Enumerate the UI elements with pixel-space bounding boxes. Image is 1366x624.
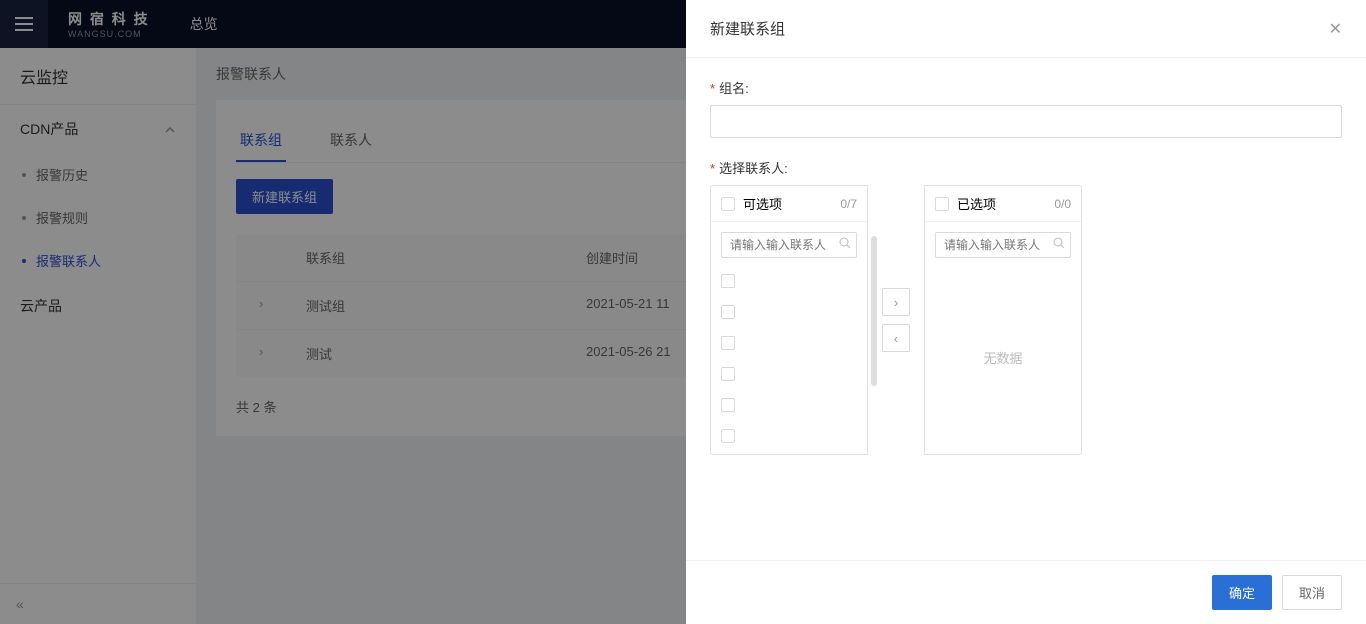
cancel-button[interactable]: 取消 — [1282, 575, 1342, 610]
drawer-header: 新建联系组 ✕ — [686, 0, 1366, 58]
move-right-button[interactable]: › — [882, 288, 910, 316]
transfer: 可选项 0/7 — [710, 185, 1342, 455]
selected-search-input[interactable] — [935, 232, 1071, 258]
move-left-button[interactable]: ‹ — [882, 324, 910, 352]
ok-button[interactable]: 确定 — [1212, 575, 1272, 610]
item-checkbox[interactable] — [721, 274, 735, 288]
available-search-input[interactable] — [721, 232, 857, 258]
item-checkbox[interactable] — [721, 336, 735, 350]
drawer-footer: 确定 取消 — [686, 560, 1366, 624]
transfer-available: 可选项 0/7 — [710, 185, 868, 455]
item-checkbox[interactable] — [721, 305, 735, 319]
available-list[interactable] — [711, 268, 867, 454]
select-all-checkbox[interactable] — [935, 197, 949, 211]
item-checkbox[interactable] — [721, 367, 735, 381]
select-contacts-label: *选择联系人: — [710, 158, 1342, 177]
drawer: 新建联系组 ✕ *组名: *选择联系人: 可选项 0/7 — [686, 0, 1366, 624]
scrollbar[interactable] — [871, 236, 877, 386]
group-name-input[interactable] — [710, 105, 1342, 138]
transfer-buttons: › ‹ — [882, 288, 910, 352]
drawer-body: *组名: *选择联系人: 可选项 0/7 — [686, 58, 1366, 560]
search-icon — [1053, 236, 1065, 254]
item-checkbox[interactable] — [721, 429, 735, 443]
search-icon — [839, 236, 851, 254]
group-name-label: *组名: — [710, 78, 1342, 97]
transfer-selected: 已选项 0/0 无数据 — [924, 185, 1082, 455]
select-all-checkbox[interactable] — [721, 197, 735, 211]
drawer-title: 新建联系组 — [710, 18, 785, 39]
empty-state: 无数据 — [925, 268, 1081, 367]
item-checkbox[interactable] — [721, 398, 735, 412]
close-icon[interactable]: ✕ — [1329, 19, 1342, 39]
